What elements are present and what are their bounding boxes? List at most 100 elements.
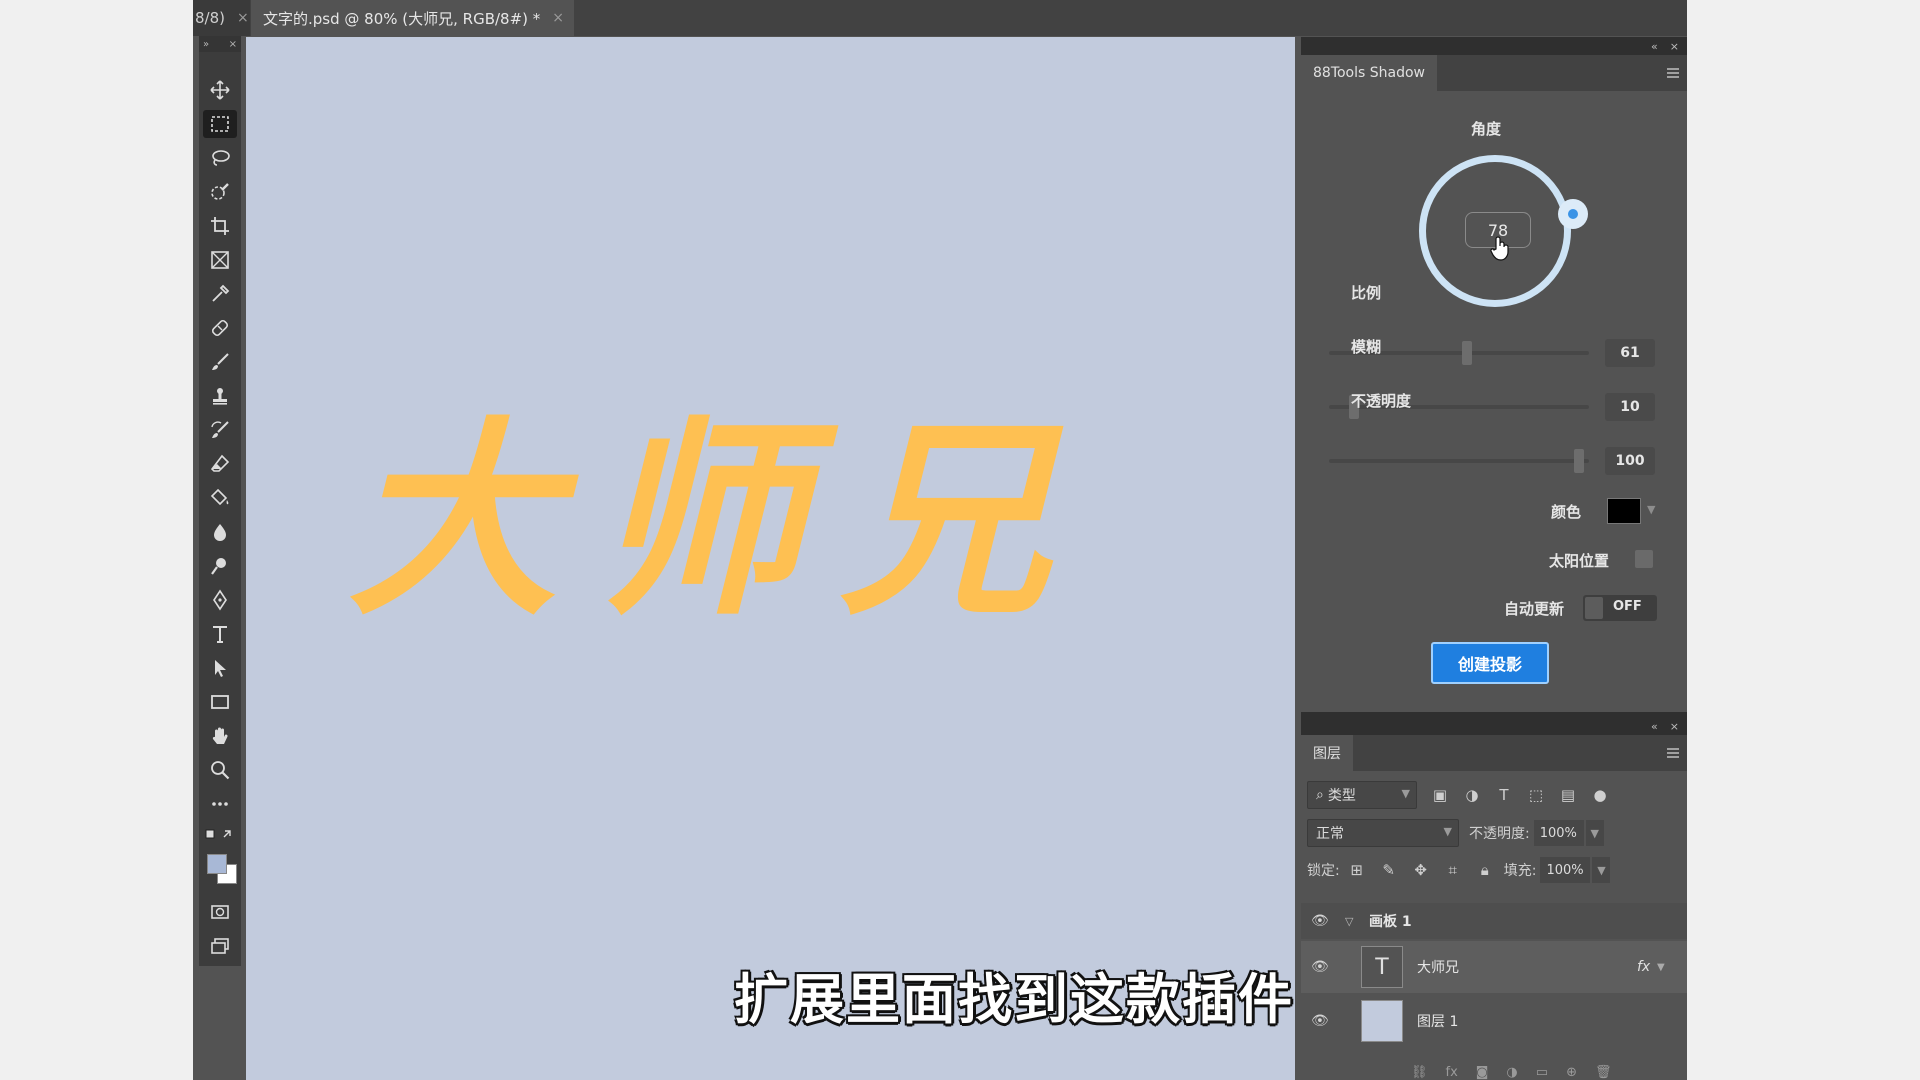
opacity-slider[interactable] [1329,449,1589,473]
eraser-tool-icon[interactable] [203,450,237,478]
clone-stamp-tool-icon[interactable] [203,382,237,410]
pixel-filter-icon[interactable]: ▣ [1431,786,1449,804]
panel-menu-icon[interactable] [1667,748,1679,758]
layer-row-artboard[interactable]: 👁︎ ▽ 画板 1 [1301,903,1687,939]
opacity-value-field[interactable]: 100 [1605,447,1655,475]
layer-kind-filter[interactable]: ⌕ 类型 ▼ [1307,781,1417,809]
paint-bucket-tool-icon[interactable] [203,484,237,512]
shape-filter-icon[interactable]: ⬚ [1527,786,1545,804]
lock-artboard-icon[interactable]: ⌗ [1444,861,1462,879]
color-swatches[interactable] [205,852,241,886]
more-tools-icon[interactable] [203,790,237,818]
close-icon[interactable]: × [1670,720,1679,733]
zoom-tool-icon[interactable] [203,756,237,784]
tools-panel: » × [199,36,241,966]
type-filter-icon[interactable]: T [1495,786,1513,804]
blend-mode-select[interactable]: 正常 ▼ [1307,819,1459,847]
auto-update-label: 自动更新 [1504,600,1565,618]
type-tool-icon[interactable] [203,620,237,648]
quick-select-tool-icon[interactable] [203,178,237,206]
layer-row-pixel[interactable]: 👁︎ 图层 1 [1301,995,1687,1047]
eyedropper-tool-icon[interactable] [203,280,237,308]
add-style-icon[interactable]: fx [1446,1065,1458,1080]
tab-active-label: 文字的.psd @ 80% (大师兄, RGB/8#) * [263,9,541,28]
create-shadow-button[interactable]: 创建投影 [1431,642,1549,684]
search-icon: ⌕ [1316,787,1324,803]
new-layer-icon[interactable]: ⊕ [1566,1065,1577,1080]
link-layers-icon[interactable]: ⛓ [1411,1065,1428,1080]
document-canvas[interactable]: 大师兄 扩展里面找到这款插件 [246,37,1295,1080]
tab-active-document[interactable]: 文字的.psd @ 80% (大师兄, RGB/8#) * × [251,0,575,36]
lock-position-icon[interactable]: ✥ [1412,861,1430,879]
angle-dial-handle[interactable] [1558,199,1588,229]
eye-icon[interactable]: 👁︎ [1311,1013,1329,1029]
add-mask-icon[interactable]: ◙ [1476,1065,1489,1080]
blur-tool-icon[interactable] [203,518,237,546]
lock-all-icon[interactable]: 🔒︎ [1476,861,1494,879]
lock-pixels-icon[interactable]: ✎ [1380,861,1398,879]
crop-tool-icon[interactable] [203,212,237,240]
tab-layers[interactable]: 图层 [1301,735,1353,771]
collapse-icon[interactable]: « [1651,40,1658,53]
rectangle-tool-icon[interactable] [203,688,237,716]
opacity-label: 不透明度 [1351,392,1412,410]
layer-row-text[interactable]: 👁︎ T 大师兄 fx ▼ [1301,941,1687,993]
frame-tool-icon[interactable] [203,246,237,274]
screen-mode-icon[interactable] [203,932,237,960]
new-adjustment-icon[interactable]: ◑ [1506,1065,1517,1080]
path-select-tool-icon[interactable] [203,654,237,682]
lock-row: 锁定: ⊞ ✎ ✥ ⌗ 🔒︎ 填充: 100% ▼ [1307,857,1611,883]
layer-effects-icon[interactable]: fx [1637,959,1650,975]
chevron-down-icon[interactable]: ▼ [1592,857,1611,883]
healing-brush-tool-icon[interactable] [203,314,237,342]
shadow-color-swatch[interactable] [1607,498,1641,524]
collapse-icon[interactable]: « [1651,720,1658,733]
layer-opacity-field[interactable]: 100% [1533,820,1584,846]
tab-previous-document[interactable]: 8/8) × [193,0,250,36]
opacity-slider-thumb[interactable] [1574,449,1584,473]
sun-position-checkbox[interactable] [1635,550,1653,568]
chevron-down-icon[interactable]: ▼ [1657,962,1665,973]
blur-value-field[interactable]: 10 [1605,393,1655,421]
scale-slider-thumb[interactable] [1462,341,1472,365]
tab-88tools-shadow[interactable]: 88Tools Shadow [1301,55,1437,91]
adjustment-filter-icon[interactable]: ◑ [1463,786,1481,804]
toggle-knob [1585,597,1603,619]
scale-value-field[interactable]: 61 [1605,339,1655,367]
type-icon: T [1375,954,1389,980]
move-tool-icon[interactable] [203,76,237,104]
chevron-down-icon[interactable]: ▽ [1345,915,1353,928]
rect-marquee-tool-icon[interactable] [203,110,237,138]
panel-top-bar: « × [1301,717,1687,735]
lock-transparency-icon[interactable]: ⊞ [1348,861,1366,879]
brush-tool-icon[interactable] [203,348,237,376]
history-brush-tool-icon[interactable] [203,416,237,444]
hand-tool-icon[interactable] [203,722,237,750]
fill-field[interactable]: 100% [1540,857,1591,883]
auto-update-toggle[interactable]: OFF [1583,595,1657,621]
foreground-color-swatch[interactable] [207,854,227,874]
layer-opacity-label: 不透明度: [1469,826,1530,842]
auto-update-state: OFF [1613,599,1642,614]
chevron-down-icon[interactable]: ▼ [1647,503,1655,516]
quick-mask-icon[interactable] [203,898,237,926]
layers-footer-icons: ⛓ fx ◙ ◑ ▭ ⊕ 🗑︎ [1411,1065,1611,1080]
close-icon[interactable]: × [237,10,249,26]
close-icon[interactable]: × [552,10,564,26]
collapse-icon[interactable]: » [203,39,209,50]
new-group-icon[interactable]: ▭ [1536,1065,1548,1080]
delete-layer-icon[interactable]: 🗑︎ [1595,1065,1612,1080]
close-icon[interactable]: × [229,39,237,50]
eye-icon[interactable]: 👁︎ [1311,959,1329,975]
pen-tool-icon[interactable] [203,586,237,614]
panel-menu-icon[interactable] [1667,68,1679,78]
layers-panel: « × 图层 ⌕ 类型 ▼ ▣ ◑ T ⬚ ▤ ● 正常 ▼ 不透明度: 100… [1301,717,1687,1080]
smart-object-filter-icon[interactable]: ▤ [1559,786,1577,804]
swap-colors-icon[interactable] [205,828,235,844]
close-icon[interactable]: × [1670,40,1679,53]
eye-icon[interactable]: 👁︎ [1311,913,1329,929]
lasso-tool-icon[interactable] [203,144,237,172]
chevron-down-icon[interactable]: ▼ [1585,820,1604,846]
filter-toggle-icon[interactable]: ● [1591,786,1609,804]
dodge-tool-icon[interactable] [203,552,237,580]
